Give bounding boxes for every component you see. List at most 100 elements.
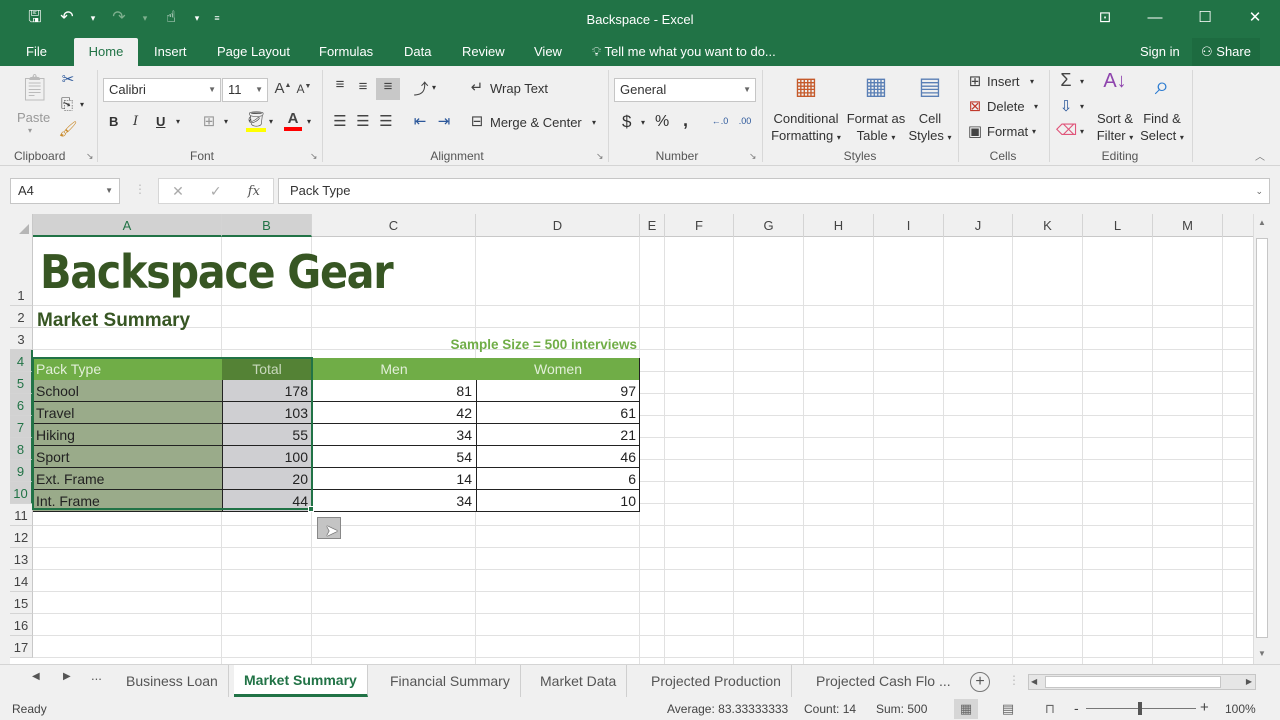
cell-men[interactable]: 54 [312,446,476,468]
font-color-icon[interactable]: A [284,110,302,131]
sheet-tab-financial-summary[interactable]: Financial Summary [380,665,521,697]
row-header-17[interactable]: 17 [10,636,33,658]
fill-handle[interactable] [308,506,314,512]
clipboard-launcher-icon[interactable]: ↘ [86,151,94,162]
fill-dropdown-icon[interactable]: ▾ [1080,102,1084,111]
tab-split-grip-icon[interactable]: ⋮ [1008,673,1020,687]
column-header-g[interactable]: G [734,214,804,237]
decrease-indent-icon[interactable]: ⇤ [410,112,430,130]
cell-women[interactable]: 6 [476,468,640,490]
page-break-view-icon[interactable]: ⊓ [1038,699,1062,719]
column-header-a[interactable]: A [33,214,222,237]
column-header-d[interactable]: D [476,214,640,237]
row-header-15[interactable]: 15 [10,592,33,614]
decrease-decimal-icon[interactable]: .00 [734,116,756,126]
number-launcher-icon[interactable]: ↘ [749,151,757,162]
tab-insert[interactable]: Insert [148,38,193,66]
column-header-m[interactable]: M [1153,214,1223,237]
column-header-j[interactable]: J [944,214,1013,237]
paste-button[interactable]: Paste [17,110,50,125]
vertical-scrollbar[interactable]: ▲ ▼ [1253,214,1270,664]
column-header-f[interactable]: F [665,214,734,237]
merge-center-button[interactable]: Merge & Center [490,115,582,130]
conditional-formatting-button[interactable]: Conditional Formatting ▾ [766,110,846,146]
sort-filter-button[interactable]: Sort & Filter ▾ [1092,110,1138,146]
tab-review[interactable]: Review [456,38,511,66]
ribbon-display-options-icon[interactable]: ⊡ [1080,0,1130,36]
row-header-16[interactable]: 16 [10,614,33,636]
zoom-out-button[interactable]: - [1074,700,1079,716]
increase-indent-icon[interactable]: ⇥ [434,112,454,130]
fill-color-dropdown-icon[interactable]: ▾ [269,117,273,126]
page-layout-view-icon[interactable]: ▤ [996,699,1020,719]
row-header-12[interactable]: 12 [10,526,33,548]
top-align-icon[interactable]: ≡ [330,76,350,93]
underline-dropdown-icon[interactable]: ▾ [176,117,180,126]
minimize-icon[interactable]: — [1130,0,1180,36]
increase-font-icon[interactable]: A▲ [274,80,292,97]
font-size-select[interactable]: 11 ▼ [222,78,268,102]
insert-dropdown-icon[interactable]: ▾ [1030,77,1034,86]
status-average[interactable]: Average: 83.33333333 [667,702,788,716]
scroll-down-icon[interactable]: ▼ [1254,649,1270,658]
percent-button[interactable]: % [655,113,669,131]
header-women[interactable]: Women [476,358,640,380]
comma-style-button[interactable]: , [683,110,688,131]
more-sheets-button[interactable]: ... [91,668,102,683]
share-button[interactable]: ⚇ Share [1192,38,1260,66]
decrease-font-icon[interactable]: A▼ [296,82,312,96]
clear-icon[interactable]: ⌫ [1056,121,1077,139]
select-all-button[interactable] [10,214,33,237]
name-box[interactable]: A4 ▼ [10,178,120,204]
formula-input[interactable]: Pack Type ⌄ [278,178,1270,204]
cell-women[interactable]: 10 [476,490,640,512]
align-left-icon[interactable]: ☰ [330,112,350,130]
autosum-dropdown-icon[interactable]: ▾ [1080,77,1084,86]
currency-button[interactable]: $ [622,112,631,132]
worksheet-grid[interactable]: ABCDEFGHIJKLM 1 2 3 4 5 6 7 8 9 10 11 12 13 14 15 16 17 … [10,214,1270,664]
prev-sheet-icon[interactable]: ◀ [32,671,40,682]
sheet-tab-projected-production[interactable]: Projected Production [641,665,792,697]
tell-me-search[interactable]: 💡︎ Tell me what you want to do... [592,38,776,66]
sample-size-cell[interactable]: Sample Size = 500 interviews [312,337,637,352]
header-men[interactable]: Men [312,358,476,380]
row-header-13[interactable]: 13 [10,548,33,570]
find-select-button[interactable]: Find & Select ▾ [1138,110,1186,146]
cell-men[interactable]: 42 [312,402,476,424]
expand-formula-bar-icon[interactable]: ⌄ [1255,179,1263,203]
tab-home[interactable]: Home [74,38,138,66]
format-cells-button[interactable]: Format [987,124,1028,139]
tab-view[interactable]: View [528,38,568,66]
cell-men[interactable]: 34 [312,424,476,446]
row-header-9[interactable]: 9 [10,460,33,482]
sheet-subtitle-cell[interactable]: Market Summary [37,310,190,332]
paste-dropdown-icon[interactable]: ▾ [28,126,32,135]
tab-file[interactable]: File [20,38,53,66]
zoom-slider-thumb[interactable] [1138,702,1142,715]
status-sum[interactable]: Sum: 500 [876,702,927,716]
delete-dropdown-icon[interactable]: ▾ [1034,102,1038,111]
middle-align-icon[interactable]: ≡ [353,78,373,95]
clear-dropdown-icon[interactable]: ▾ [1080,127,1084,136]
wrap-text-button[interactable]: Wrap Text [490,81,548,96]
row-header-10[interactable]: 10 [10,482,33,504]
underline-button[interactable]: U [156,114,165,129]
close-icon[interactable]: ✕ [1230,0,1280,36]
column-header-i[interactable]: I [874,214,944,237]
tab-formulas[interactable]: Formulas [313,38,379,66]
tab-page-layout[interactable]: Page Layout [211,38,296,66]
scroll-left-icon[interactable]: ◀ [1031,675,1037,689]
copy-dropdown-icon[interactable]: ▾ [80,100,84,109]
paste-icon[interactable]: 📋︎ [18,72,51,103]
align-center-icon[interactable]: ☰ [353,112,373,130]
fill-color-icon[interactable]: 🪣︎ [246,110,266,132]
row-header-11[interactable]: 11 [10,504,33,526]
row-header-4[interactable]: 4 [10,350,33,372]
merge-dropdown-icon[interactable]: ▾ [592,118,596,127]
formula-bar-grip-icon[interactable]: ⋮ [134,182,146,196]
bottom-align-icon[interactable]: ≡ [376,78,400,100]
cell-women[interactable]: 97 [476,380,640,402]
row-header-7[interactable]: 7 [10,416,33,438]
font-color-dropdown-icon[interactable]: ▾ [307,117,311,126]
next-sheet-icon[interactable]: ▶ [63,671,71,682]
